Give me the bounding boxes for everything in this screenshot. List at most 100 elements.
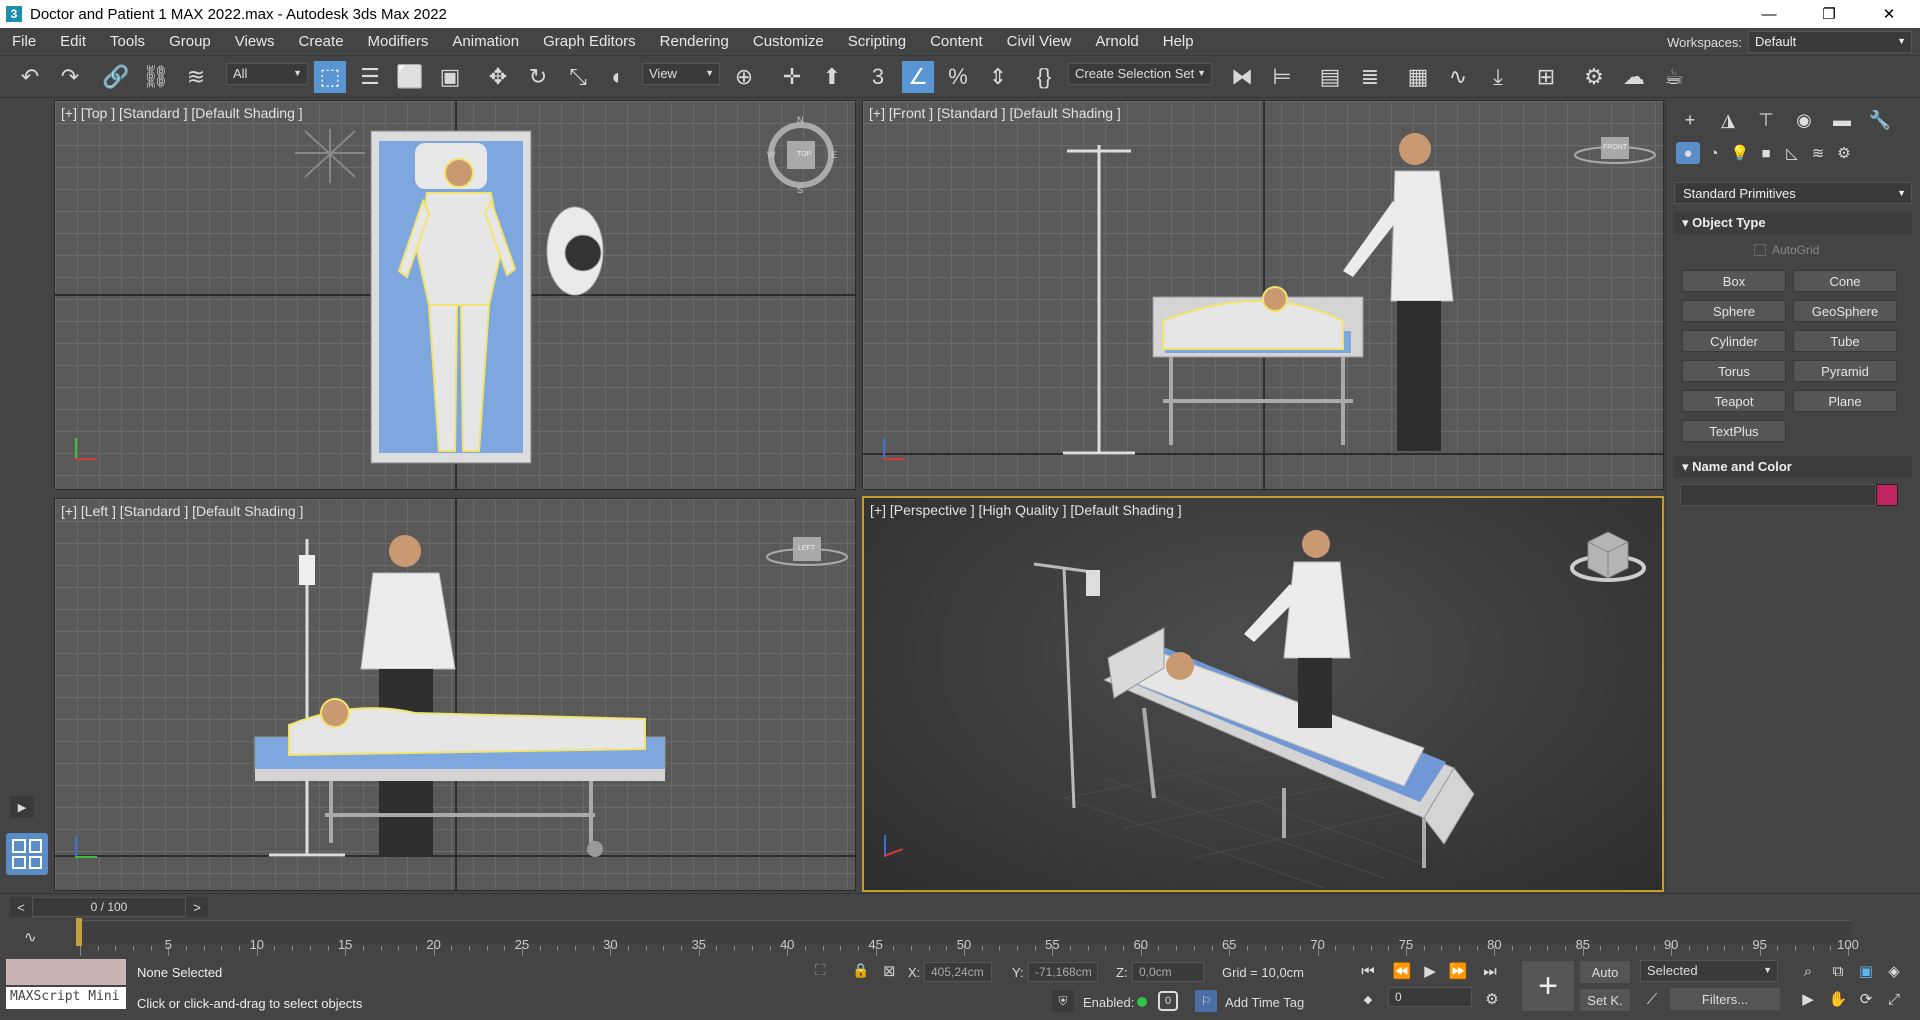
go-to-start-icon[interactable]: ⏮ bbox=[1354, 959, 1382, 983]
zoom-extents-all-icon[interactable]: ◈ bbox=[1880, 959, 1908, 983]
utilities-tab-icon[interactable]: 🔧 bbox=[1866, 108, 1894, 132]
menu-item-rendering[interactable]: Rendering bbox=[648, 28, 741, 56]
scene-explorer-icon[interactable]: ▤ bbox=[1314, 61, 1346, 93]
hierarchy-tab-icon[interactable]: ⊤ bbox=[1752, 108, 1780, 132]
menu-item-scripting[interactable]: Scripting bbox=[836, 28, 918, 56]
motion-tab-icon[interactable]: ◉ bbox=[1790, 108, 1818, 132]
cone-button[interactable]: Cone bbox=[1793, 270, 1897, 292]
scale-icon[interactable]: ⤡ bbox=[562, 61, 594, 93]
select-manipulate-icon[interactable]: ✛ bbox=[776, 61, 808, 93]
create-tab-icon[interactable]: + bbox=[1676, 108, 1704, 132]
close-button[interactable]: ✕ bbox=[1866, 0, 1912, 28]
redo-icon[interactable]: ↷ bbox=[54, 61, 86, 93]
schematic-view-icon[interactable]: ⤓ bbox=[1482, 61, 1514, 93]
keyboard-shortcut-icon[interactable]: ⬆ bbox=[816, 61, 848, 93]
key-filter-dropdown[interactable]: Selected ▼ bbox=[1640, 960, 1778, 982]
viewport-top-label[interactable]: [+] [Top ] [Standard ] [Default Shading … bbox=[61, 105, 303, 121]
display-tab-icon[interactable]: ▬ bbox=[1828, 108, 1856, 132]
cylinder-button[interactable]: Cylinder bbox=[1682, 330, 1786, 352]
orbit-icon[interactable]: ⟳ bbox=[1852, 987, 1880, 1011]
helpers-icon[interactable]: ◺ bbox=[1780, 142, 1804, 164]
rendered-frame-window-icon[interactable]: ☁ bbox=[1618, 61, 1650, 93]
viewport-layout-icon[interactable] bbox=[6, 833, 48, 875]
object-name-input[interactable] bbox=[1680, 484, 1876, 506]
angle-snap-icon[interactable]: ∠ bbox=[902, 61, 934, 93]
current-frame-field[interactable]: 0 bbox=[1388, 987, 1472, 1007]
menu-item-group[interactable]: Group bbox=[157, 28, 223, 56]
select-by-name-icon[interactable]: ☰ bbox=[354, 61, 386, 93]
absolute-mode-icon[interactable]: ⊠ bbox=[883, 962, 896, 980]
tube-button[interactable]: Tube bbox=[1793, 330, 1897, 352]
time-slider[interactable]: 0 / 100 bbox=[32, 897, 186, 917]
menu-item-tools[interactable]: Tools bbox=[98, 28, 157, 56]
systems-icon[interactable]: ⚙ bbox=[1832, 142, 1856, 164]
viewport-top[interactable]: [+] [Top ] [Standard ] [Default Shading … bbox=[54, 100, 856, 490]
time-prev-button[interactable]: < bbox=[10, 897, 32, 917]
key-tangent-icon[interactable]: ⟋ bbox=[1640, 988, 1664, 1010]
time-configuration-icon[interactable]: ⚙ bbox=[1478, 987, 1506, 1011]
percent-snap-icon[interactable]: % bbox=[942, 61, 974, 93]
geometry-icon[interactable]: ● bbox=[1676, 142, 1700, 164]
cameras-icon[interactable]: ■ bbox=[1754, 142, 1778, 164]
plane-button[interactable]: Plane bbox=[1793, 390, 1897, 412]
bind-space-warp-icon[interactable]: ≋ bbox=[180, 61, 212, 93]
zoom-icon[interactable]: ⌕ bbox=[1794, 959, 1822, 983]
move-icon[interactable]: ✥ bbox=[482, 61, 514, 93]
undo-icon[interactable]: ↶ bbox=[14, 61, 46, 93]
space-warps-icon[interactable]: ≋ bbox=[1806, 142, 1830, 164]
layer-explorer-icon[interactable]: ≣ bbox=[1354, 61, 1386, 93]
modify-tab-icon[interactable]: ◮ bbox=[1714, 108, 1742, 132]
curve-editor-icon[interactable]: ∿ bbox=[1442, 61, 1474, 93]
set-key-button[interactable]: Set K. bbox=[1580, 989, 1630, 1011]
next-frame-icon[interactable]: ⏩ bbox=[1444, 959, 1472, 983]
mirror-icon[interactable]: ⧓ bbox=[1226, 61, 1258, 93]
rectangular-selection-icon[interactable]: ⬜ bbox=[394, 61, 426, 93]
rotate-icon[interactable]: ↻ bbox=[522, 61, 554, 93]
pan-icon[interactable]: ✋ bbox=[1824, 987, 1852, 1011]
menu-item-edit[interactable]: Edit bbox=[48, 28, 98, 56]
name-color-rollout-header[interactable]: ▾ Name and Color bbox=[1674, 456, 1912, 478]
autogrid-checkbox[interactable]: AutoGrid bbox=[1754, 243, 1819, 257]
object-color-swatch[interactable] bbox=[1876, 484, 1898, 506]
select-object-icon[interactable]: ⬚ bbox=[314, 61, 346, 93]
menu-item-file[interactable]: File bbox=[0, 28, 48, 56]
toggle-ribbon-icon[interactable]: ▦ bbox=[1402, 61, 1434, 93]
viewport-perspective-label[interactable]: [+] [Perspective ] [High Quality ] [Defa… bbox=[870, 502, 1182, 518]
window-crossing-icon[interactable]: ▣ bbox=[434, 61, 466, 93]
y-coordinate-field[interactable]: -71,168cm bbox=[1028, 962, 1098, 982]
sphere-button[interactable]: Sphere bbox=[1682, 300, 1786, 322]
key-filters-button[interactable]: Filters... bbox=[1670, 988, 1780, 1010]
time-next-button[interactable]: > bbox=[186, 897, 208, 917]
menu-item-views[interactable]: Views bbox=[223, 28, 287, 56]
menu-item-civil-view[interactable]: Civil View bbox=[995, 28, 1084, 56]
viewport-front-label[interactable]: [+] [Front ] [Standard ] [Default Shadin… bbox=[869, 105, 1121, 121]
viewport-left-label[interactable]: [+] [Left ] [Standard ] [Default Shading… bbox=[61, 503, 303, 519]
geosphere-button[interactable]: GeoSphere bbox=[1793, 300, 1897, 322]
zoom-extents-icon[interactable]: ▣ bbox=[1852, 959, 1880, 983]
workspaces-dropdown[interactable]: Default ▼ bbox=[1748, 31, 1912, 53]
menu-item-graph-editors[interactable]: Graph Editors bbox=[531, 28, 648, 56]
play-icon[interactable]: ▶ bbox=[1416, 959, 1444, 983]
menu-item-help[interactable]: Help bbox=[1151, 28, 1206, 56]
previous-frame-icon[interactable]: ⏪ bbox=[1388, 959, 1416, 983]
named-selection-set-dropdown[interactable]: Create Selection Set ▼ bbox=[1068, 63, 1212, 85]
viewport-left[interactable]: [+] [Left ] [Standard ] [Default Shading… bbox=[54, 498, 856, 891]
teapot-button[interactable]: Teapot bbox=[1682, 390, 1786, 412]
lights-icon[interactable]: 💡 bbox=[1728, 142, 1752, 164]
placement-icon[interactable]: ◐ bbox=[602, 61, 634, 93]
expand-arrow-icon[interactable]: ▶ bbox=[10, 796, 34, 818]
maxscript-mini[interactable]: MAXScript Mini bbox=[6, 987, 126, 1009]
menu-item-arnold[interactable]: Arnold bbox=[1083, 28, 1150, 56]
time-tag-icon[interactable]: ⚐ bbox=[1195, 990, 1217, 1012]
snaps-toggle-icon[interactable]: 3 bbox=[862, 61, 894, 93]
enabled-count[interactable]: 0 bbox=[1158, 991, 1178, 1011]
auto-key-button[interactable]: Auto bbox=[1580, 961, 1630, 983]
maxscript-listener[interactable] bbox=[6, 959, 126, 985]
menu-item-content[interactable]: Content bbox=[918, 28, 995, 56]
perspective-viewcube[interactable] bbox=[1570, 531, 1646, 582]
textplus-button[interactable]: TextPlus bbox=[1682, 420, 1786, 442]
time-cursor[interactable] bbox=[76, 918, 82, 946]
menu-item-animation[interactable]: Animation bbox=[440, 28, 531, 56]
zoom-all-icon[interactable]: ⧉ bbox=[1824, 959, 1852, 983]
pyramid-button[interactable]: Pyramid bbox=[1793, 360, 1897, 382]
